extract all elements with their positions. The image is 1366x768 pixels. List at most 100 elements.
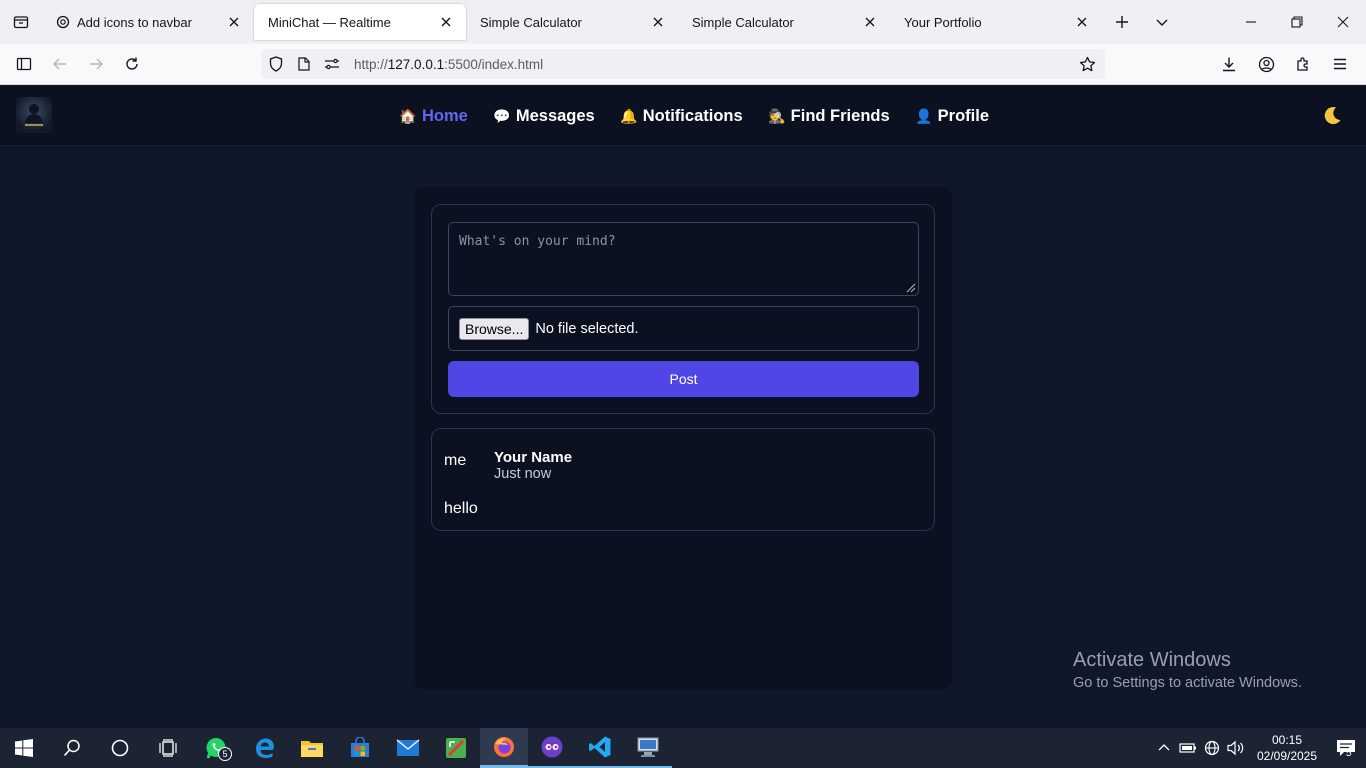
close-window-button[interactable]	[1320, 0, 1366, 44]
post-button[interactable]: Post	[448, 361, 919, 397]
game-launcher-taskbar-icon[interactable]	[528, 728, 576, 768]
sidebar-toggle-button[interactable]	[6, 48, 42, 80]
reload-icon	[126, 57, 138, 70]
network-tray-button[interactable]	[1200, 728, 1224, 768]
nav-find-friends[interactable]: 🕵 Find Friends	[768, 107, 890, 126]
post-timestamp: Just now	[494, 466, 552, 482]
firefox-taskbar-icon[interactable]	[480, 728, 528, 768]
action-center-button[interactable]: 5	[1326, 728, 1366, 768]
chevron-down-icon	[1156, 19, 1168, 26]
post-author: Your Name	[494, 449, 573, 466]
file-status: No file selected.	[535, 320, 639, 337]
taskbar-clock[interactable]: 00:15 02/09/2025	[1248, 732, 1326, 764]
forward-button[interactable]	[78, 48, 114, 80]
menu-button[interactable]	[1322, 48, 1358, 80]
post-card: me Your Name Just now hello	[431, 428, 935, 531]
nav-home-label: Home	[422, 106, 468, 125]
remote-desktop-icon	[637, 737, 659, 757]
whatsapp-taskbar-icon[interactable]: 5	[192, 728, 240, 768]
edge-taskbar-icon[interactable]	[240, 728, 288, 768]
tab-add-icons[interactable]: Add icons to navbar	[42, 0, 254, 44]
tab-simple-calculator-1[interactable]: Simple Calculator	[466, 0, 678, 44]
cortana-button[interactable]	[96, 728, 144, 768]
list-all-tabs-button[interactable]	[1142, 0, 1182, 44]
permissions-icon[interactable]	[318, 49, 346, 79]
account-button[interactable]	[1248, 48, 1284, 80]
nav-home[interactable]: 🏠 Home	[399, 106, 468, 126]
url-text[interactable]: http://127.0.0.1:5500/index.html	[354, 57, 543, 72]
show-hidden-icons-button[interactable]	[1152, 728, 1176, 768]
restore-button[interactable]	[1274, 0, 1320, 44]
tab-title: Add icons to navbar	[77, 14, 192, 30]
site-logo[interactable]	[16, 97, 52, 133]
tab-simple-calculator-2[interactable]: Simple Calculator	[678, 0, 890, 44]
search-button[interactable]	[48, 728, 96, 768]
avatar: me	[444, 452, 467, 469]
snipping-tool-taskbar-icon[interactable]	[432, 728, 480, 768]
new-tab-button[interactable]	[1102, 0, 1142, 44]
minichat-page: 🏠 Home 💬 Messages 🔔 Notifications 🕵 Find…	[0, 86, 1366, 728]
store-taskbar-icon[interactable]	[336, 728, 384, 768]
battery-icon	[1179, 743, 1196, 753]
extensions-button[interactable]	[1285, 48, 1321, 80]
resize-grip-icon[interactable]	[905, 282, 916, 293]
volume-tray-button[interactable]	[1224, 728, 1248, 768]
speaker-icon	[1227, 740, 1244, 756]
reload-button[interactable]	[114, 48, 150, 80]
restore-icon	[1291, 16, 1303, 28]
file-explorer-taskbar-icon[interactable]	[288, 728, 336, 768]
tab-minichat[interactable]: MiniChat — Realtime	[254, 4, 466, 40]
battery-tray-button[interactable]	[1176, 728, 1200, 768]
bookmark-star-icon[interactable]	[1075, 52, 1099, 76]
task-view-button[interactable]	[144, 728, 192, 768]
remote-desktop-taskbar-icon[interactable]	[624, 728, 672, 768]
start-button[interactable]	[0, 728, 48, 768]
vscode-taskbar-icon[interactable]	[576, 728, 624, 768]
mail-taskbar-icon[interactable]	[384, 728, 432, 768]
task-view-icon	[159, 739, 177, 757]
minimize-button[interactable]	[1228, 0, 1274, 44]
cortana-icon	[111, 739, 129, 757]
download-icon	[1223, 57, 1235, 72]
nav-profile-label: Profile	[937, 106, 990, 125]
nav-notifications[interactable]: 🔔 Notifications	[620, 106, 743, 126]
back-button[interactable]	[42, 48, 78, 80]
shield-icon[interactable]	[262, 49, 290, 79]
clock-time: 00:15	[1271, 733, 1303, 747]
system-tray: 00:15 02/09/2025 5	[1152, 728, 1366, 768]
chevron-up-icon	[1158, 744, 1170, 751]
free-fire-logo-icon	[23, 104, 45, 127]
browse-button[interactable]: Browse...	[459, 317, 530, 340]
tab-title: Simple Calculator	[480, 14, 582, 30]
account-icon	[1258, 56, 1274, 72]
address-bar[interactable]: http://127.0.0.1:5500/index.html	[262, 49, 1105, 79]
close-tab-icon[interactable]	[646, 10, 670, 34]
post-textarea[interactable]: What's on your mind?	[448, 222, 919, 296]
firefox-view-button[interactable]	[0, 0, 42, 44]
close-tab-icon[interactable]	[1070, 10, 1094, 34]
nav-profile[interactable]: 👤 Profile	[914, 106, 990, 126]
activate-windows-watermark: Activate Windows Go to Settings to activ…	[1073, 649, 1302, 691]
close-tab-icon[interactable]	[222, 10, 246, 34]
moon-icon	[1324, 107, 1341, 125]
file-input[interactable]: Browse... No file selected.	[448, 306, 919, 351]
nav-notifications-label: Notifications	[642, 106, 743, 125]
edge-icon	[256, 738, 274, 758]
plus-icon	[1116, 16, 1128, 28]
user-icon: 👤	[914, 107, 933, 124]
tab-your-portfolio[interactable]: Your Portfolio	[890, 0, 1102, 44]
downloads-button[interactable]	[1211, 48, 1247, 80]
browser-toolbar: http://127.0.0.1:5500/index.html	[0, 44, 1366, 85]
mail-icon	[396, 739, 420, 756]
windows-taskbar: 5 00:15 02/09/2025 5	[0, 728, 1366, 768]
nav-messages[interactable]: 💬 Messages	[493, 107, 595, 126]
theme-toggle-button[interactable]	[1318, 102, 1346, 130]
minimize-icon	[1246, 21, 1256, 23]
close-tab-icon[interactable]	[858, 10, 882, 34]
close-tab-icon[interactable]	[434, 10, 458, 34]
speech-bubble-icon: 💬	[493, 107, 511, 124]
arrow-left-icon	[53, 58, 66, 70]
arrow-right-icon	[90, 58, 103, 70]
tab-title: MiniChat — Realtime	[268, 14, 391, 30]
globe-icon	[1204, 740, 1220, 756]
